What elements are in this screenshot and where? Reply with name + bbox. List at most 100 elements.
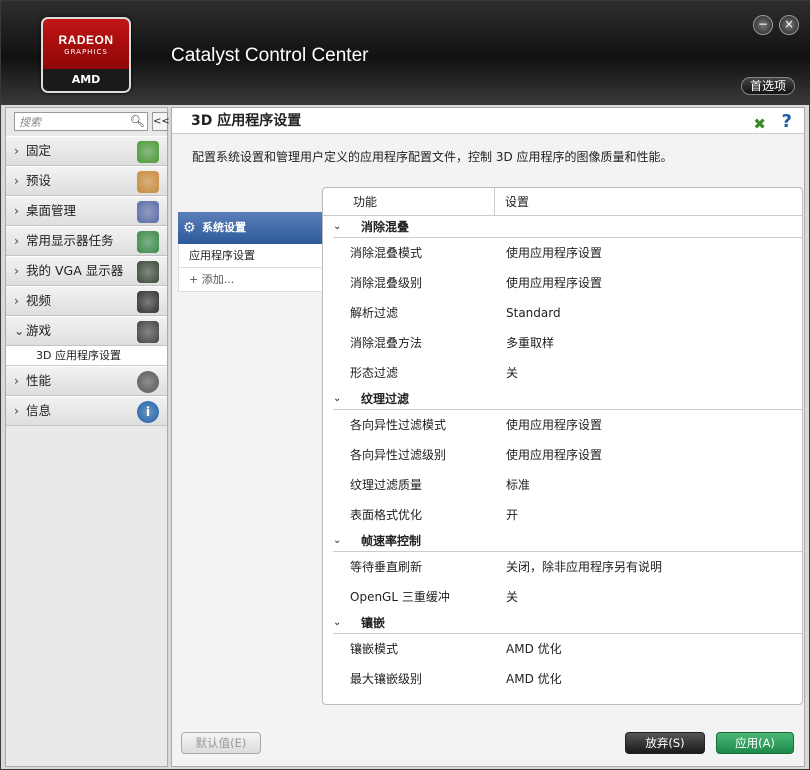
gear-icon: ⚙ [183, 220, 196, 236]
grid-section-title: 镶嵌 [361, 616, 386, 630]
table-row[interactable]: 形态过滤 关 [323, 358, 802, 388]
plus-icon: + [189, 273, 202, 286]
chevron-down-icon[interactable]: ⌄ [333, 388, 341, 410]
setting-value[interactable]: Standard [506, 298, 561, 328]
chevron-right-icon: › [14, 173, 19, 188]
profile-app-settings[interactable]: 应用程序设置 [178, 244, 322, 268]
sidebar-item-pin[interactable]: › 固定 [6, 136, 167, 166]
setting-name: 纹理过滤质量 [350, 478, 423, 492]
setting-value[interactable]: 使用应用程序设置 [506, 440, 602, 470]
table-row[interactable]: 最大镶嵌级别 AMD 优化 [323, 664, 802, 694]
table-row[interactable]: 消除混叠模式 使用应用程序设置 [323, 238, 802, 268]
preferences-button[interactable]: 首选项 [740, 77, 795, 95]
chevron-down-icon[interactable]: ⌄ [333, 216, 341, 238]
setting-name: OpenGL 三重缓冲 [350, 590, 450, 604]
chevron-right-icon: › [14, 263, 19, 278]
table-row[interactable]: 各向异性过滤级别 使用应用程序设置 [323, 440, 802, 470]
setting-value[interactable]: AMD 优化 [506, 634, 562, 664]
logo-amd-text: AMD [43, 69, 129, 91]
sidebar-item-preset[interactable]: › 预设 [6, 166, 167, 196]
sidebar-item-vga-display[interactable]: › 我的 VGA 显示器 [6, 256, 167, 286]
close-button[interactable]: × [779, 15, 799, 35]
profile-system-settings-label: 系统设置 [202, 221, 246, 234]
grid-section-header[interactable]: ⌄ 镶嵌 [333, 612, 802, 634]
discard-button[interactable]: 放弃(S) [625, 732, 705, 754]
setting-value[interactable]: 使用应用程序设置 [506, 238, 602, 268]
defaults-button[interactable]: 默认值(E) [181, 732, 261, 754]
table-row[interactable]: OpenGL 三重缓冲 关 [323, 582, 802, 612]
app-window: RADEON GRAPHICS AMD Catalyst Control Cen… [0, 0, 810, 770]
setting-name: 各向异性过滤级别 [350, 448, 447, 462]
grid-body: ⌄ 消除混叠消除混叠模式 使用应用程序设置 消除混叠级别 使用应用程序设置解析过滤 Sta… [323, 216, 802, 694]
table-row[interactable]: 等待垂直刷新 关闭，除非应用程序另有说明 [323, 552, 802, 582]
chevron-down-icon[interactable]: ⌄ [333, 530, 341, 552]
setting-name: 镶嵌模式 [350, 642, 399, 656]
logo-graphics-text: GRAPHICS [64, 48, 108, 56]
logo-radeon-text: RADEON [58, 33, 114, 47]
add-profile-label: 添加... [201, 273, 235, 286]
desktop-icon [137, 201, 159, 223]
display-task-icon [137, 231, 159, 253]
page-title: 3D 应用程序设置 ✖︎ ? [172, 108, 804, 134]
preset-icon [137, 171, 159, 193]
help-icon[interactable]: ? [782, 109, 792, 135]
add-profile-button[interactable]: + 添加... [178, 268, 322, 292]
setting-value[interactable]: 多重取样 [506, 328, 554, 358]
sidebar: 搜索 🔍︎ << › 固定 › 预设 › 桌面管理 › 常用显示器任务 › 我的 VGA 显示器 ›… [5, 107, 170, 767]
setting-value[interactable]: 使用应用程序设置 [506, 268, 602, 298]
apply-button[interactable]: 应用(A) [716, 732, 794, 754]
table-row[interactable]: 解析过滤 Standard [323, 298, 802, 328]
sidebar-item-info[interactable]: › 信息 i [6, 396, 167, 426]
settings-grid: 功能 设置 ⌄ 消除混叠 消除混叠模式 使用应用程序设置 消除混叠级别 使用应用程序设置解… [322, 187, 803, 705]
search-icon[interactable]: 🔍︎ [130, 114, 145, 128]
search-input[interactable]: 搜索 🔍︎ [14, 112, 148, 131]
minimize-button[interactable]: − [753, 15, 773, 35]
chevron-right-icon: › [14, 203, 19, 218]
sidebar-item-display-task[interactable]: › 常用显示器任务 [6, 226, 167, 256]
sidebar-item-label: 性能 [26, 373, 52, 388]
chevron-right-icon: › [14, 403, 19, 418]
pin-icon[interactable]: ✖︎ [753, 111, 766, 137]
sidebar-subitem-3d-app-settings[interactable]: 3D 应用程序设置 [6, 346, 167, 366]
sidebar-item-label: 常用显示器任务 [26, 233, 114, 248]
setting-name: 解析过滤 [350, 306, 399, 320]
setting-name: 形态过滤 [350, 366, 399, 380]
sidebar-item-gamepad[interactable]: ⌄ 游戏 [6, 316, 167, 346]
chevron-down-icon[interactable]: ⌄ [333, 612, 341, 634]
sidebar-item-gauge[interactable]: › 性能 [6, 366, 167, 396]
grid-section-header[interactable]: ⌄ 纹理过滤 [333, 388, 802, 410]
setting-name: 表面格式优化 [350, 508, 423, 522]
grid-section-title: 消除混叠 [361, 220, 410, 234]
chevron-right-icon: › [14, 293, 19, 308]
header-bar: RADEON GRAPHICS AMD Catalyst Control Cen… [1, 1, 810, 105]
grid-section-header[interactable]: ⌄ 帧速率控制 [333, 530, 802, 552]
setting-value[interactable]: 开 [506, 500, 518, 530]
grid-section-header[interactable]: ⌄ 消除混叠 [333, 216, 802, 238]
grid-header: 功能 设置 [323, 188, 802, 216]
sidebar-item-desktop[interactable]: › 桌面管理 [6, 196, 167, 226]
setting-value[interactable]: 标准 [506, 470, 530, 500]
chevron-right-icon: › [14, 143, 19, 158]
setting-value[interactable]: 关 [506, 582, 518, 612]
setting-value[interactable]: 关闭，除非应用程序另有说明 [506, 552, 662, 582]
table-row[interactable]: 消除混叠级别 使用应用程序设置 [323, 268, 802, 298]
profile-system-settings[interactable]: ⚙ 系统设置 [178, 212, 338, 244]
collapse-sidebar-button[interactable]: << [152, 112, 170, 131]
table-row[interactable]: 纹理过滤质量 标准 [323, 470, 802, 500]
sidebar-item-video-camera[interactable]: › 视频 [6, 286, 167, 316]
main-panel: 3D 应用程序设置 ✖︎ ? 配置系统设置和管理用户定义的应用程序配置文件，控制… [171, 107, 805, 767]
chevron-right-icon: › [14, 233, 19, 248]
setting-value[interactable]: 关 [506, 358, 518, 388]
setting-value[interactable]: 使用应用程序设置 [506, 410, 602, 440]
setting-value[interactable]: AMD 优化 [506, 664, 562, 694]
sidebar-item-label: 游戏 [26, 323, 52, 338]
table-row[interactable]: 各向异性过滤模式 使用应用程序设置 [323, 410, 802, 440]
setting-name: 等待垂直刷新 [350, 560, 423, 574]
table-row[interactable]: 镶嵌模式 AMD 优化 [323, 634, 802, 664]
col-setting-header: 设置 [494, 188, 529, 215]
table-row[interactable]: 消除混叠方法 多重取样 [323, 328, 802, 358]
setting-name: 最大镶嵌级别 [350, 672, 423, 686]
table-row[interactable]: 表面格式优化 开 [323, 500, 802, 530]
gamepad-icon [137, 321, 159, 343]
grid-section-title: 帧速率控制 [361, 534, 422, 548]
